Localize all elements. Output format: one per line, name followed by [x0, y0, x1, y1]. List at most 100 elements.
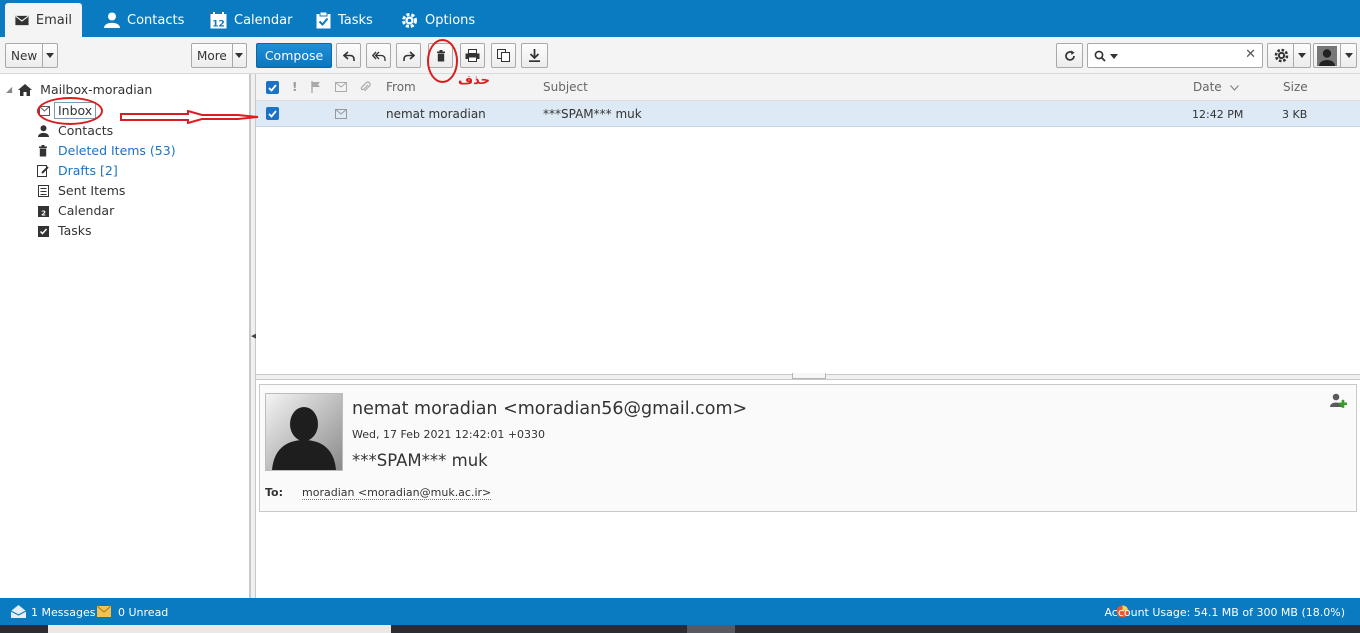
new-dropdown-toggle[interactable]: [42, 44, 57, 67]
more-button[interactable]: More: [191, 43, 247, 68]
download-button[interactable]: [521, 43, 548, 68]
tab-contacts[interactable]: Contacts: [94, 3, 194, 37]
settings-dropdown-toggle[interactable]: [1293, 44, 1309, 67]
status-bar: 1 Messages 0 Unread Account Usage: 54.1 …: [0, 598, 1360, 625]
message-from: nemat moradian <moradian56@gmail.com>: [352, 399, 748, 419]
message-header: nemat moradian <moradian56@gmail.com> We…: [259, 384, 1357, 512]
top-navigation: Email Contacts 12 Calendar Tasks Options: [0, 0, 1360, 37]
column-header-size[interactable]: Size: [1283, 80, 1308, 94]
row-checkbox[interactable]: [266, 107, 279, 120]
reply-all-icon: [371, 51, 386, 61]
tab-contacts-label: Contacts: [127, 12, 185, 28]
calendar-icon: 12: [210, 11, 227, 29]
sidebar-item-drafts[interactable]: Drafts [2]: [36, 163, 118, 178]
chevron-down-icon: [1297, 53, 1306, 58]
reply-icon: [342, 50, 355, 61]
person-icon: [104, 12, 120, 28]
sent-icon: [36, 184, 50, 198]
move-button[interactable]: [491, 43, 516, 68]
folder-tree: ◢ Mailbox-moradian Inbox Contacts Delete…: [0, 74, 250, 598]
select-all-checkbox[interactable]: [266, 81, 279, 94]
column-header-from[interactable]: From: [386, 80, 416, 94]
taskbar-app-button[interactable]: [687, 625, 735, 633]
collapse-triangle-icon[interactable]: ◢: [6, 85, 12, 94]
svg-text:2: 2: [41, 209, 46, 217]
draft-icon: [36, 164, 50, 178]
message-subject: ***SPAM*** muk: [352, 451, 488, 470]
printer-icon: [465, 49, 480, 62]
status-messages: 1 Messages: [31, 606, 96, 619]
reply-button[interactable]: [336, 43, 361, 68]
gear-icon: [1274, 48, 1289, 63]
message-list-header: ! From Subject Date Size: [256, 74, 1360, 101]
read-status-column-icon[interactable]: [335, 82, 347, 92]
account-dropdown-toggle[interactable]: [1340, 44, 1356, 67]
row-subject: ***SPAM*** muk: [543, 107, 642, 121]
sidebar-item-contacts[interactable]: Contacts: [36, 123, 113, 138]
importance-column-icon[interactable]: !: [292, 80, 297, 94]
annotation-circle-delete: [427, 39, 458, 83]
print-button[interactable]: [460, 43, 485, 68]
tab-email-label: Email: [35, 12, 72, 28]
more-dropdown-toggle[interactable]: [231, 44, 246, 67]
user-avatar-icon: [1317, 45, 1337, 66]
sidebar-item-label: Deleted Items (53): [58, 143, 176, 158]
annotation-arrow-icon: [120, 110, 259, 124]
forward-button[interactable]: [396, 43, 421, 68]
column-header-date-label: Date: [1193, 80, 1222, 94]
default-avatar-icon: [266, 394, 342, 470]
table-row[interactable]: nemat moradian ***SPAM*** muk 12:42 PM 3…: [256, 101, 1360, 127]
collapse-up-handle-icon[interactable]: [792, 373, 826, 379]
sidebar-item-deleted-items[interactable]: Deleted Items (53): [36, 143, 176, 158]
download-icon: [529, 49, 540, 62]
attachment-column-icon[interactable]: [359, 81, 371, 93]
envelope-read-icon: [335, 109, 347, 119]
clipboard-check-icon: [316, 11, 331, 28]
sidebar-item-label: Calendar: [58, 203, 115, 218]
search-input[interactable]: [1122, 46, 1242, 65]
search-icon[interactable]: [1094, 50, 1106, 62]
taskbar-search-area[interactable]: [48, 625, 391, 633]
flag-column-icon[interactable]: [311, 81, 321, 93]
column-header-date[interactable]: Date: [1193, 80, 1239, 94]
new-button[interactable]: New: [5, 43, 58, 68]
reply-all-button[interactable]: [366, 43, 391, 68]
refresh-icon: [1064, 50, 1075, 61]
more-button-label: More: [197, 48, 227, 63]
chevron-down-icon: [1344, 53, 1353, 58]
clear-search-icon[interactable]: ✕: [1245, 47, 1256, 62]
tab-calendar[interactable]: 12 Calendar: [200, 3, 302, 37]
tab-tasks[interactable]: Tasks: [306, 3, 383, 37]
tab-tasks-label: Tasks: [338, 12, 373, 28]
sort-descending-icon: [1229, 85, 1239, 91]
tab-options[interactable]: Options: [391, 3, 485, 37]
copy-move-icon: [497, 49, 510, 62]
chevron-down-icon: [46, 53, 55, 58]
home-icon: [18, 83, 33, 96]
sidebar-item-label: Sent Items: [58, 183, 126, 198]
sidebar-item-sent-items[interactable]: Sent Items: [36, 183, 125, 198]
sidebar-item-calendar[interactable]: 2 Calendar: [36, 203, 114, 218]
settings-button[interactable]: [1267, 43, 1311, 68]
chevron-down-icon: [235, 53, 244, 58]
message-date: Wed, 17 Feb 2021 12:42:01 +0330: [352, 428, 546, 441]
column-header-subject[interactable]: Subject: [543, 80, 588, 94]
mailbox-root[interactable]: ◢ Mailbox-moradian: [6, 82, 152, 97]
envelope-icon: [15, 15, 29, 25]
compose-button[interactable]: Compose: [256, 43, 332, 68]
account-menu-button[interactable]: [1313, 43, 1357, 68]
to-label: To:: [265, 486, 283, 499]
search-options-chevron-icon[interactable]: [1110, 54, 1118, 59]
toolbar: New More Compose ✕: [0, 37, 1360, 74]
add-contact-icon[interactable]: [1330, 393, 1348, 410]
refresh-button[interactable]: [1056, 43, 1083, 68]
to-recipient[interactable]: moradian <moradian@muk.ac.ir>: [302, 486, 492, 500]
search-box[interactable]: ✕: [1087, 43, 1263, 68]
row-date: 12:42 PM: [1192, 108, 1244, 121]
sidebar-item-tasks[interactable]: Tasks: [36, 223, 92, 238]
new-button-label: New: [11, 48, 38, 63]
row-from: nemat moradian: [386, 107, 486, 121]
annotation-delete-label: حذف: [458, 73, 490, 88]
status-unread: 0 Unread: [118, 606, 169, 619]
tab-email[interactable]: Email: [5, 3, 82, 37]
